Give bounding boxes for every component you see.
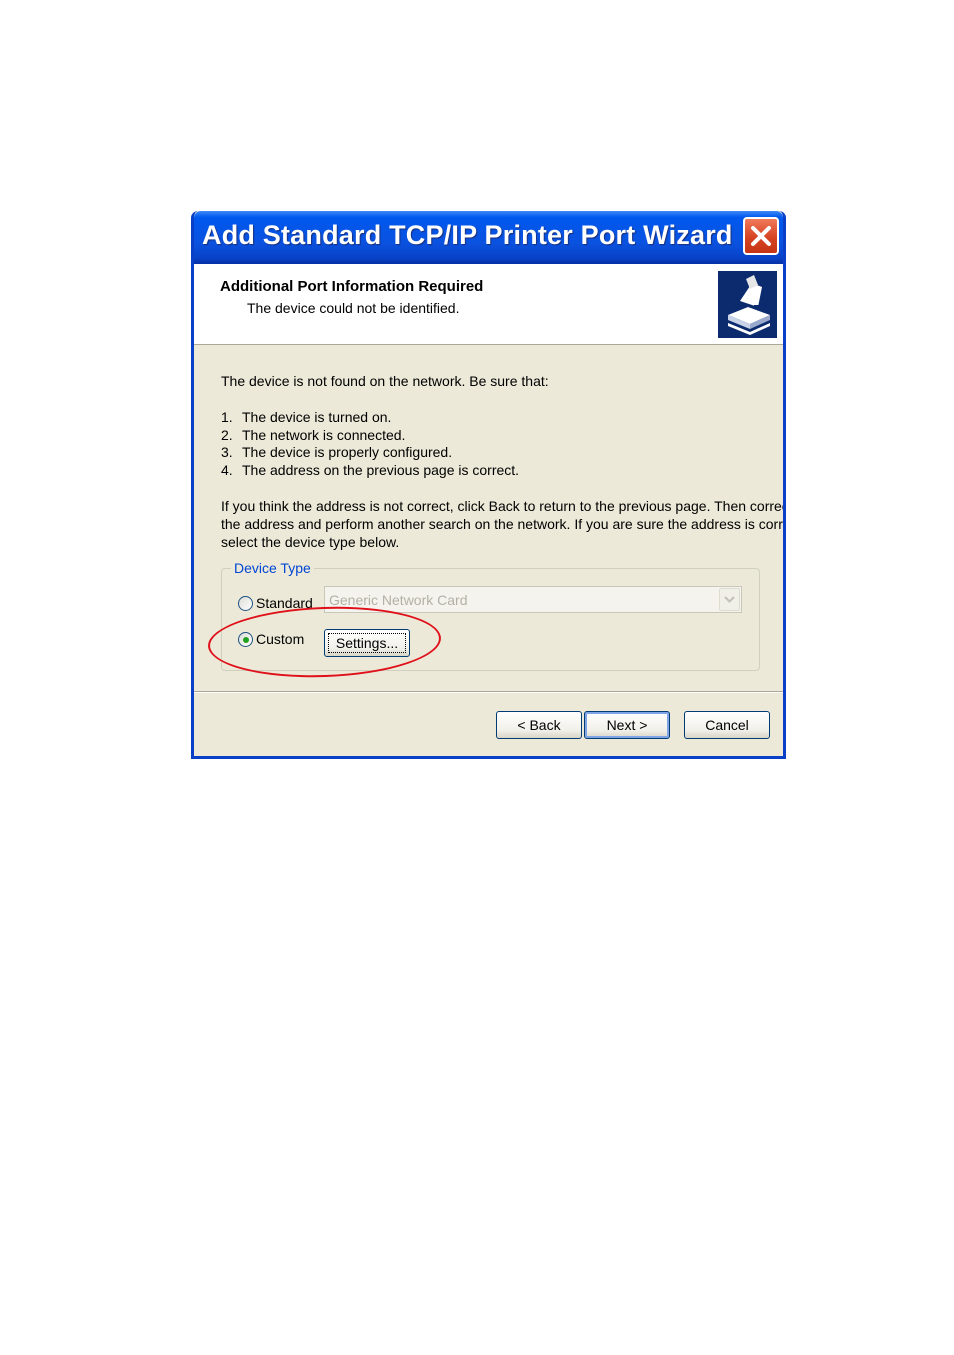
checklist-item: The device is properly configured.	[242, 444, 453, 460]
checklist-number: 1.	[221, 409, 233, 425]
device-type-group	[221, 568, 760, 671]
custom-radio[interactable]	[238, 632, 253, 647]
header-title: Additional Port Information Required	[220, 278, 484, 295]
cancel-button[interactable]: Cancel	[684, 711, 770, 739]
header-subtitle: The device could not be identified.	[247, 300, 460, 316]
instruction-line: If you think the address is not correct,…	[221, 498, 786, 514]
standard-device-select: Generic Network Card	[324, 586, 742, 613]
custom-radio-label[interactable]: Custom	[256, 631, 304, 647]
radio-selected-dot	[242, 636, 249, 643]
intro-text: The device is not found on the network. …	[221, 373, 549, 389]
footer-separator	[194, 691, 783, 693]
close-button[interactable]	[743, 217, 779, 255]
wizard-window: Add Standard TCP/IP Printer Port Wizard …	[191, 211, 786, 759]
device-type-label: Device Type	[231, 560, 314, 576]
checklist-item: The device is turned on.	[242, 409, 392, 425]
checklist-number: 2.	[221, 427, 233, 443]
next-button[interactable]: Next >	[584, 711, 670, 739]
close-icon	[751, 226, 771, 246]
wizard-header: Additional Port Information Required The…	[194, 264, 783, 345]
standard-device-value: Generic Network Card	[329, 592, 468, 608]
title-bar[interactable]: Add Standard TCP/IP Printer Port Wizard	[194, 211, 783, 264]
instruction-line: select the device type below.	[221, 534, 400, 550]
printer-port-icon	[718, 271, 777, 338]
instruction-line: the address and perform another search o…	[221, 516, 786, 532]
standard-radio-label[interactable]: Standard	[256, 595, 313, 611]
checklist-number: 4.	[221, 462, 233, 478]
settings-button[interactable]: Settings...	[324, 629, 410, 657]
standard-radio[interactable]	[238, 596, 253, 611]
back-button[interactable]: < Back	[496, 711, 582, 739]
dropdown-button	[719, 588, 740, 611]
checklist-item: The network is connected.	[242, 427, 406, 443]
chevron-down-icon	[724, 596, 735, 603]
window-title: Add Standard TCP/IP Printer Port Wizard	[202, 220, 733, 250]
checklist-number: 3.	[221, 444, 233, 460]
checklist-item: The address on the previous page is corr…	[242, 462, 520, 478]
